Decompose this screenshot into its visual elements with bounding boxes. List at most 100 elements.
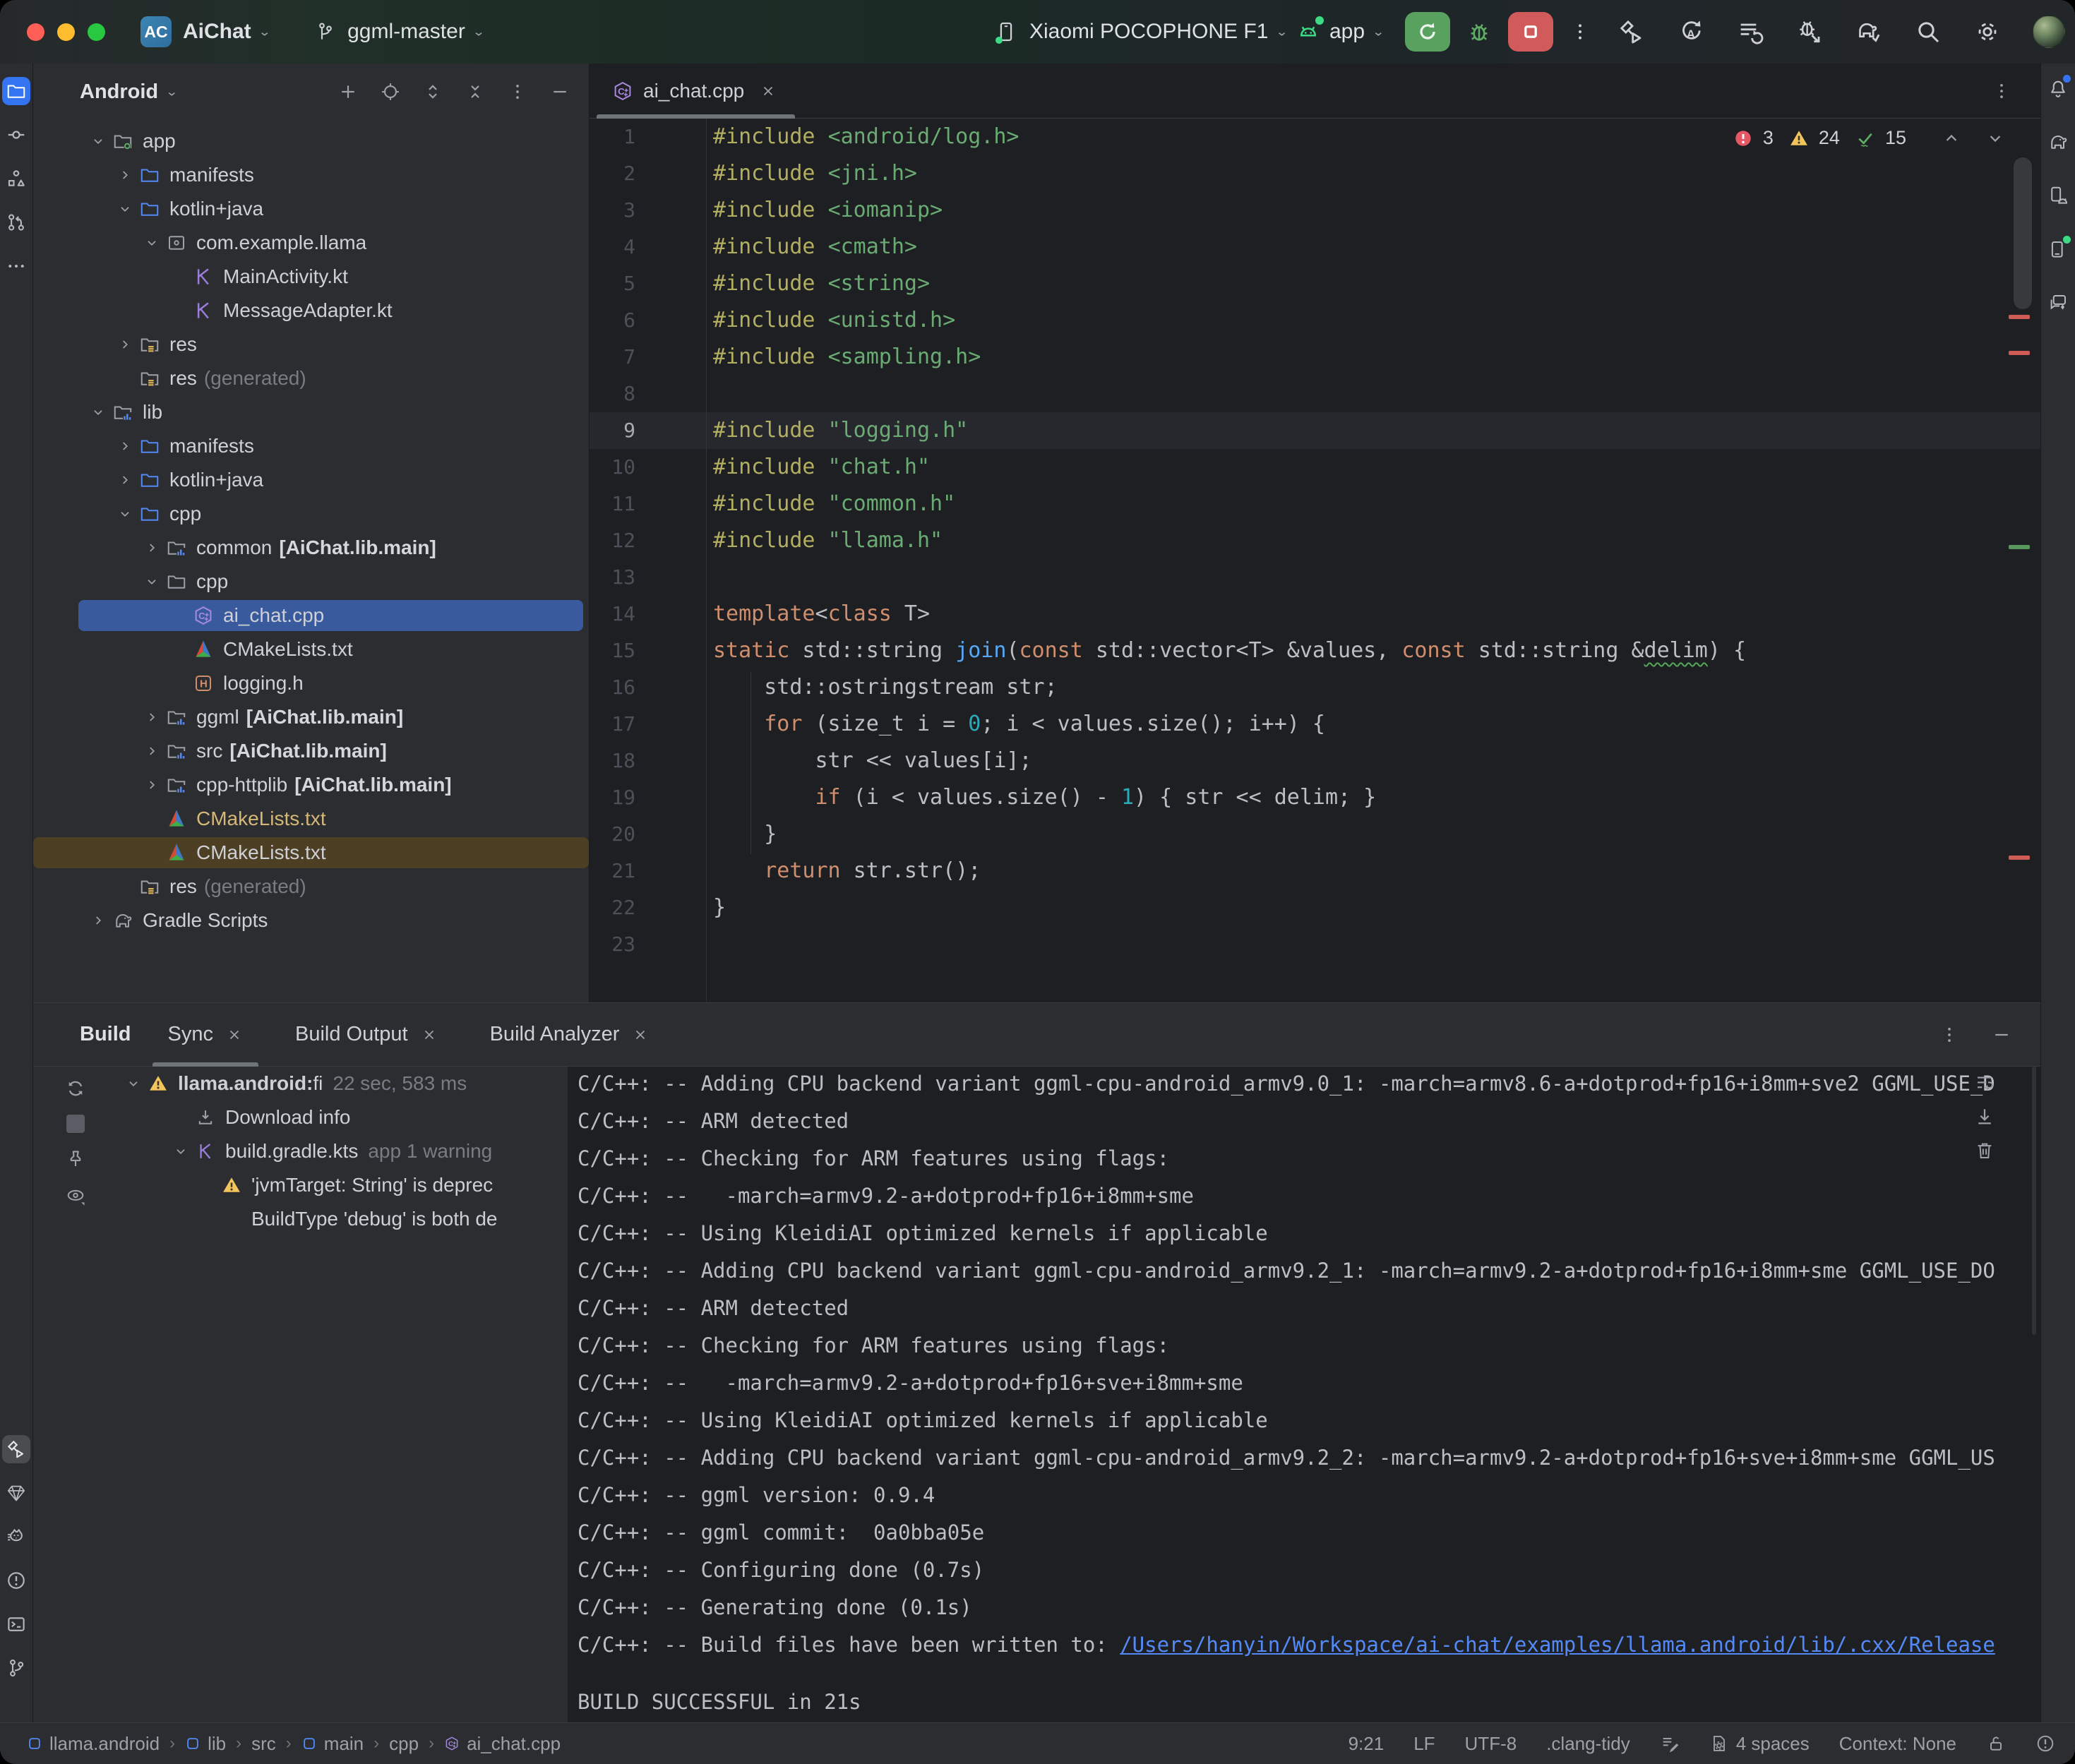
prev-problem-chevron-icon[interactable] (1942, 128, 1961, 148)
code-line[interactable]: 11#include "common.h" (590, 486, 2040, 522)
readonly-toggle[interactable] (1986, 1734, 2006, 1753)
more-tools-button[interactable] (0, 244, 33, 288)
chevron-right-icon[interactable] (113, 337, 137, 352)
line-number[interactable]: 9 (590, 412, 635, 449)
clear-console-icon[interactable] (1974, 1140, 1995, 1161)
breadcrumb-item-lib[interactable]: lib (185, 1733, 226, 1755)
chevron-down-icon[interactable] (169, 1144, 193, 1159)
code-line[interactable]: 20 } (590, 816, 2040, 853)
tree-item-res[interactable]: res (33, 328, 589, 361)
chevron-right-icon[interactable] (113, 472, 137, 488)
code-line[interactable]: 15static std::string join(const std::vec… (590, 632, 2040, 669)
tab-close-icon[interactable] (760, 83, 777, 100)
line-number[interactable]: 19 (590, 779, 635, 816)
chevron-right-icon[interactable] (140, 709, 164, 725)
breadcrumb-item-cpp[interactable]: cpp (389, 1733, 419, 1755)
caret-position[interactable]: 9:21 (1349, 1733, 1385, 1755)
run-more-options-button[interactable] (1569, 20, 1591, 43)
code-line[interactable]: 12#include "llama.h" (590, 522, 2040, 559)
chevron-right-icon[interactable] (140, 743, 164, 759)
code-line[interactable]: 9#include "logging.h" (590, 412, 2040, 449)
chevron-down-icon[interactable] (121, 1076, 145, 1091)
editor-options-kebab-icon[interactable] (1991, 80, 2012, 102)
chevron-down-icon[interactable] (140, 574, 164, 589)
line-number[interactable]: 5 (590, 265, 635, 302)
gemini-chat-button[interactable] (2042, 281, 2075, 325)
line-number[interactable]: 6 (590, 302, 635, 339)
ok-stripe-mark[interactable] (2009, 545, 2030, 549)
code-line[interactable]: 3#include <iomanip> (590, 192, 2040, 229)
build-console[interactable]: C/C++: -- Using KleidiAI optimized kerne… (568, 1067, 2040, 1722)
line-number[interactable]: 13 (590, 559, 635, 596)
minimize-window-button[interactable] (57, 23, 75, 41)
build-tree-item[interactable]: build.gradle.ktsapp 1 warning (118, 1134, 568, 1168)
file-encoding[interactable]: UTF-8 (1465, 1733, 1517, 1755)
tree-item-logging-h[interactable]: logging.h (33, 666, 589, 700)
app-quality-insights-button[interactable] (0, 1471, 33, 1515)
code-line[interactable]: 23 (590, 926, 2040, 963)
chevron-right-icon[interactable] (113, 167, 137, 183)
tree-item-cpp-httplib[interactable]: cpp-httplib[AiChat.lib.main] (33, 768, 589, 802)
event-log-button[interactable] (2035, 1734, 2055, 1753)
line-number[interactable]: 2 (590, 155, 635, 192)
chevron-down-icon[interactable] (113, 506, 137, 522)
version-control-tool-button[interactable] (0, 1646, 33, 1690)
code-line[interactable]: 4#include <cmath> (590, 229, 2040, 265)
gradle-sync-icon[interactable] (1855, 18, 1883, 46)
build-tree-item[interactable]: llama.android: fi22 sec, 583 ms (118, 1067, 568, 1100)
tab-close-icon[interactable] (632, 1026, 649, 1043)
tree-item-cpp[interactable]: cpp (33, 497, 589, 531)
code-line[interactable]: 6#include <unistd.h> (590, 302, 2040, 339)
tree-item-cmakelists-txt[interactable]: CMakeLists.txt (33, 802, 589, 836)
line-number[interactable]: 16 (590, 669, 635, 706)
stop-app-button[interactable] (1508, 12, 1553, 52)
terminal-tool-button[interactable] (0, 1602, 33, 1646)
hide-panel-icon[interactable] (1991, 1024, 2012, 1045)
hide-panel-icon[interactable] (549, 81, 570, 102)
tree-item-cmakelists-txt[interactable]: CMakeLists.txt (33, 632, 589, 666)
code-line[interactable]: 10#include "chat.h" (590, 449, 2040, 486)
inspections-widget[interactable]: 3 24 15 (1733, 127, 2005, 149)
soft-wrap-icon[interactable] (1974, 1072, 1995, 1093)
gradle-tool-button[interactable] (2042, 120, 2075, 164)
code-line[interactable]: 16 std::ostringstream str; (590, 669, 2040, 706)
tree-item-manifests[interactable]: manifests (33, 158, 589, 192)
build-tree-item[interactable]: BuildType 'debug' is both de (118, 1202, 568, 1236)
maximize-window-button[interactable] (88, 23, 105, 41)
inspection-highlight-toggle[interactable] (1660, 1734, 1680, 1753)
tree-item-kotlin-java[interactable]: kotlin+java (33, 463, 589, 497)
line-number[interactable]: 14 (590, 596, 635, 632)
project-badge[interactable]: AC (140, 16, 172, 47)
project-tool-button[interactable] (0, 69, 33, 113)
error-stripe-mark[interactable] (2009, 856, 2030, 860)
code-line[interactable]: 7#include <sampling.h> (590, 339, 2040, 376)
tree-item-src[interactable]: src[AiChat.lib.main] (33, 734, 589, 768)
line-number[interactable]: 20 (590, 816, 635, 853)
build-panel-title[interactable]: Build (80, 1023, 131, 1046)
line-number[interactable]: 8 (590, 376, 635, 412)
vcs-tool-button[interactable] (0, 200, 33, 244)
tree-item-ai-chat-cpp[interactable]: ai_chat.cpp (33, 599, 589, 632)
line-number[interactable]: 21 (590, 853, 635, 889)
line-number[interactable]: 17 (590, 706, 635, 743)
commit-tool-button[interactable] (0, 113, 33, 157)
rerun-app-button[interactable] (1405, 12, 1450, 52)
structure-tool-button[interactable] (0, 157, 33, 200)
chevron-down-icon[interactable] (140, 235, 164, 251)
code-style-config[interactable]: .clang-tidy (1546, 1733, 1630, 1755)
line-number[interactable]: 18 (590, 743, 635, 779)
running-devices-button[interactable] (2042, 227, 2075, 271)
tree-item-app[interactable]: app (33, 124, 589, 158)
build-output-path-link[interactable]: /Users/hanyin/Workspace/ai-chat/examples… (1120, 1633, 1995, 1657)
error-stripe-mark[interactable] (2009, 315, 2030, 319)
tab-close-icon[interactable] (421, 1026, 438, 1043)
search-everywhere-icon[interactable] (1914, 18, 1942, 46)
line-number[interactable]: 10 (590, 449, 635, 486)
filter-eye-icon[interactable] (65, 1185, 86, 1206)
code-line[interactable]: 5#include <string> (590, 265, 2040, 302)
project-view-selector[interactable]: Android (80, 80, 158, 104)
tree-item-cpp[interactable]: cpp (33, 565, 589, 599)
line-number[interactable]: 11 (590, 486, 635, 522)
close-window-button[interactable] (27, 23, 44, 41)
tree-item-messageadapter-kt[interactable]: MessageAdapter.kt (33, 294, 589, 328)
